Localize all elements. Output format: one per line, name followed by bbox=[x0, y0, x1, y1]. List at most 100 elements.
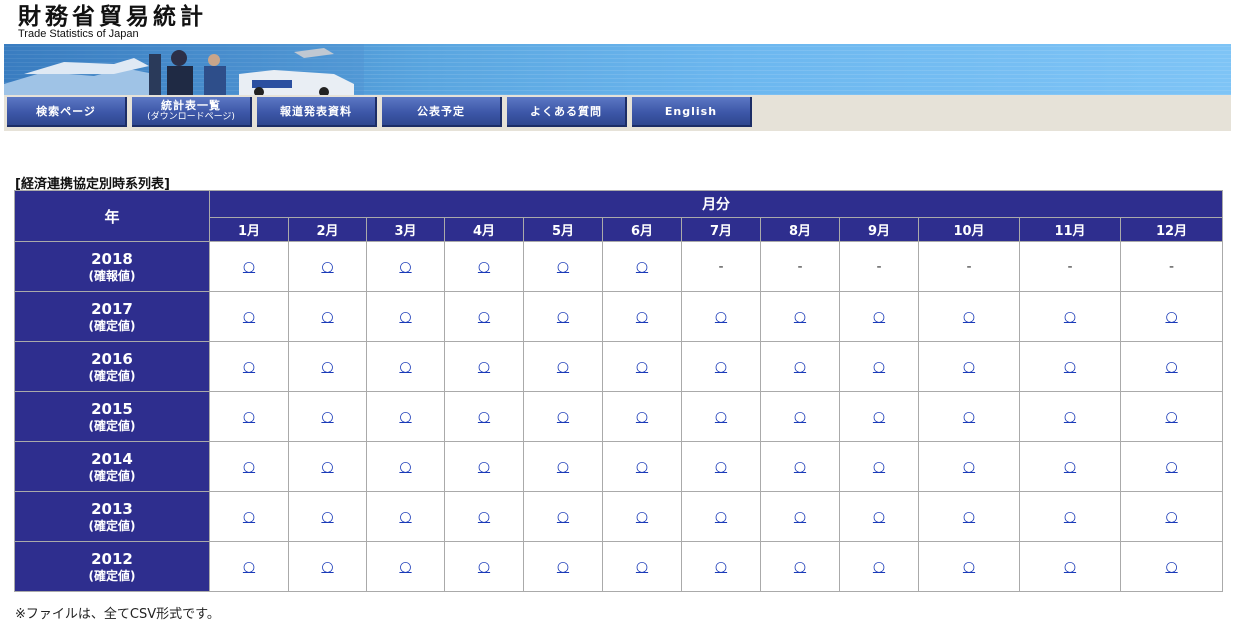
csv-download-link[interactable]: ○ bbox=[557, 359, 569, 375]
csv-download-link[interactable]: ○ bbox=[636, 309, 648, 325]
csv-download-link[interactable]: ○ bbox=[715, 509, 727, 525]
year-label: 2018 bbox=[91, 249, 133, 268]
csv-download-link[interactable]: ○ bbox=[478, 559, 490, 575]
csv-download-link[interactable]: ○ bbox=[243, 309, 255, 325]
csv-download-link[interactable]: ○ bbox=[794, 409, 806, 425]
csv-download-link[interactable]: ○ bbox=[636, 259, 648, 275]
csv-download-link[interactable]: ○ bbox=[1165, 509, 1177, 525]
nav-faq[interactable]: よくある質問 bbox=[507, 97, 627, 127]
csv-download-link[interactable]: ○ bbox=[963, 309, 975, 325]
csv-download-link[interactable]: ○ bbox=[636, 459, 648, 475]
csv-download-link[interactable]: ○ bbox=[873, 459, 885, 475]
nav-press-releases[interactable]: 報道発表資料 bbox=[257, 97, 377, 127]
csv-download-link[interactable]: ○ bbox=[873, 359, 885, 375]
csv-download-link[interactable]: ○ bbox=[321, 409, 333, 425]
csv-download-link[interactable]: ○ bbox=[321, 359, 333, 375]
csv-download-link[interactable]: ○ bbox=[321, 509, 333, 525]
csv-download-link[interactable]: ○ bbox=[794, 359, 806, 375]
csv-download-link[interactable]: ○ bbox=[557, 509, 569, 525]
csv-download-link[interactable]: ○ bbox=[243, 409, 255, 425]
csv-download-link[interactable]: ○ bbox=[399, 359, 411, 375]
csv-download-link[interactable]: ○ bbox=[243, 559, 255, 575]
nav-search-page[interactable]: 検索ページ bbox=[7, 97, 127, 127]
csv-download-link[interactable]: ○ bbox=[243, 509, 255, 525]
csv-download-link[interactable]: ○ bbox=[794, 459, 806, 475]
nav-statistics-list[interactable]: 統計表一覧 (ダウンロードページ) bbox=[132, 97, 252, 127]
csv-download-link[interactable]: ○ bbox=[399, 409, 411, 425]
csv-download-link[interactable]: ○ bbox=[557, 309, 569, 325]
month-cell: ○ bbox=[444, 241, 524, 292]
csv-download-link[interactable]: ○ bbox=[1064, 509, 1076, 525]
csv-download-link[interactable]: ○ bbox=[321, 459, 333, 475]
csv-download-link[interactable]: ○ bbox=[478, 409, 490, 425]
csv-download-link[interactable]: ○ bbox=[715, 359, 727, 375]
csv-download-link[interactable]: ○ bbox=[321, 559, 333, 575]
csv-download-link[interactable]: ○ bbox=[715, 559, 727, 575]
csv-download-link[interactable]: ○ bbox=[1064, 409, 1076, 425]
csv-download-link[interactable]: ○ bbox=[399, 559, 411, 575]
csv-download-link[interactable]: ○ bbox=[478, 359, 490, 375]
csv-download-link[interactable]: ○ bbox=[321, 309, 333, 325]
csv-download-link[interactable]: ○ bbox=[963, 559, 975, 575]
csv-download-link[interactable]: ○ bbox=[1064, 459, 1076, 475]
site-logo[interactable]: 財務省貿易統計 Trade Statistics of Japan bbox=[18, 4, 207, 40]
csv-download-link[interactable]: ○ bbox=[873, 559, 885, 575]
month-cell: ○ bbox=[760, 391, 840, 442]
nav-english[interactable]: English bbox=[632, 97, 752, 127]
csv-download-link[interactable]: ○ bbox=[794, 309, 806, 325]
nav-release-schedule[interactable]: 公表予定 bbox=[382, 97, 502, 127]
epa-timeseries-table: 年 月分 1月 2月 3月 4月 5月 6月 7月 8月 9月 10月 11月 12月 2018 (確報… bbox=[14, 190, 1224, 592]
csv-download-link[interactable]: ○ bbox=[399, 509, 411, 525]
csv-download-link[interactable]: ○ bbox=[1064, 359, 1076, 375]
csv-download-link[interactable]: ○ bbox=[636, 509, 648, 525]
csv-download-link[interactable]: ○ bbox=[243, 459, 255, 475]
csv-download-link[interactable]: ○ bbox=[557, 409, 569, 425]
csv-download-link[interactable]: ○ bbox=[478, 259, 490, 275]
csv-download-link[interactable]: ○ bbox=[873, 309, 885, 325]
month-cell: ○ bbox=[760, 441, 840, 492]
csv-download-link[interactable]: ○ bbox=[557, 459, 569, 475]
csv-download-link[interactable]: ○ bbox=[399, 259, 411, 275]
table-row: 2016 (確定値) ○ ○ ○ ○ ○ ○ ○ ○ ○ ○ ○ ○ bbox=[14, 341, 1224, 392]
csv-download-link[interactable]: ○ bbox=[963, 359, 975, 375]
csv-download-link[interactable]: ○ bbox=[715, 459, 727, 475]
month-cell: ○ bbox=[760, 541, 840, 592]
csv-download-link[interactable]: ○ bbox=[478, 309, 490, 325]
csv-download-link[interactable]: ○ bbox=[1064, 309, 1076, 325]
month-cell: ○ bbox=[760, 491, 840, 542]
csv-download-link[interactable]: ○ bbox=[1165, 309, 1177, 325]
csv-download-link[interactable]: ○ bbox=[399, 309, 411, 325]
csv-download-link[interactable]: ○ bbox=[1165, 459, 1177, 475]
csv-download-link[interactable]: ○ bbox=[321, 259, 333, 275]
csv-download-link[interactable]: ○ bbox=[963, 409, 975, 425]
csv-download-link[interactable]: ○ bbox=[478, 509, 490, 525]
csv-download-link[interactable]: ○ bbox=[399, 459, 411, 475]
csv-download-link[interactable]: ○ bbox=[1165, 359, 1177, 375]
csv-download-link[interactable]: ○ bbox=[557, 259, 569, 275]
unavailable-marker: - bbox=[797, 258, 803, 275]
csv-download-link[interactable]: ○ bbox=[873, 509, 885, 525]
csv-download-link[interactable]: ○ bbox=[794, 559, 806, 575]
csv-download-link[interactable]: ○ bbox=[636, 409, 648, 425]
csv-download-link[interactable]: ○ bbox=[1165, 409, 1177, 425]
csv-download-link[interactable]: ○ bbox=[478, 459, 490, 475]
year-label: 2014 bbox=[91, 449, 133, 468]
month-cell: ○ bbox=[523, 491, 603, 542]
csv-download-link[interactable]: ○ bbox=[243, 359, 255, 375]
csv-download-link[interactable]: ○ bbox=[873, 409, 885, 425]
csv-download-link[interactable]: ○ bbox=[1064, 559, 1076, 575]
month-cell: ○ bbox=[209, 391, 289, 442]
csv-download-link[interactable]: ○ bbox=[963, 509, 975, 525]
csv-download-link[interactable]: ○ bbox=[1165, 559, 1177, 575]
csv-download-link[interactable]: ○ bbox=[636, 559, 648, 575]
csv-download-link[interactable]: ○ bbox=[557, 559, 569, 575]
csv-download-link[interactable]: ○ bbox=[794, 509, 806, 525]
month-cell: ○ bbox=[681, 341, 761, 392]
month-cell: ○ bbox=[523, 341, 603, 392]
csv-download-link[interactable]: ○ bbox=[715, 409, 727, 425]
month-cell: ○ bbox=[444, 541, 524, 592]
csv-download-link[interactable]: ○ bbox=[636, 359, 648, 375]
csv-download-link[interactable]: ○ bbox=[715, 309, 727, 325]
csv-download-link[interactable]: ○ bbox=[963, 459, 975, 475]
csv-download-link[interactable]: ○ bbox=[243, 259, 255, 275]
